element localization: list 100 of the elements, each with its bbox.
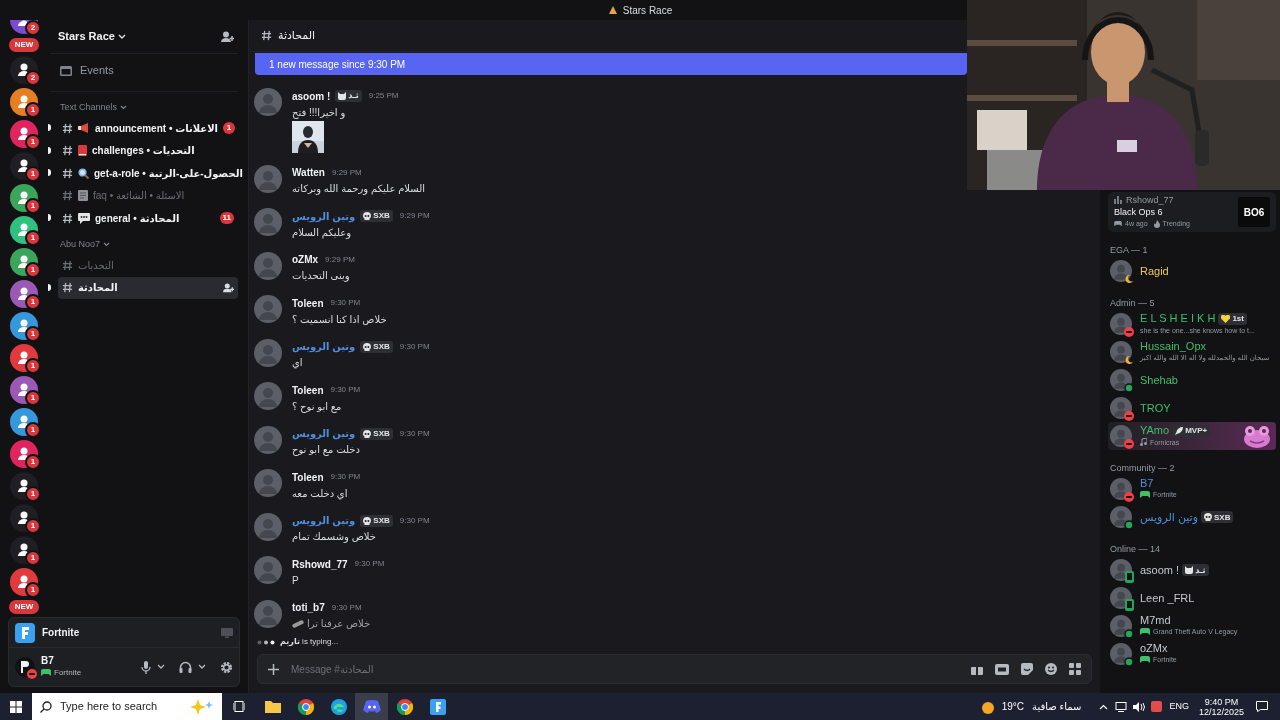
- timestamp: 9:30 PM: [330, 297, 361, 309]
- server-icon: [607, 5, 618, 15]
- gamepad-icon: [1140, 490, 1150, 499]
- tag-text: ثـد: [1195, 564, 1206, 576]
- new-pill[interactable]: NEW: [8, 600, 40, 614]
- member-name: TROY: [1140, 402, 1171, 414]
- channel-name: faq • الاسئلة • الشائعة: [93, 189, 186, 203]
- timestamp: 9:30 PM: [399, 340, 430, 353]
- notification-icon[interactable]: [1256, 701, 1268, 712]
- avatar[interactable]: [1110, 587, 1132, 609]
- channel-item[interactable]: التحديات: [58, 254, 238, 276]
- author-name[interactable]: Toleen: [292, 469, 324, 485]
- app-tray-icon[interactable]: [1151, 701, 1163, 712]
- chevron-icon: [103, 242, 111, 248]
- hashtag-icon: [62, 259, 73, 271]
- hashtag-icon: [62, 282, 73, 293]
- channel-item[interactable]: المحادثة: [58, 276, 238, 299]
- volume-icon[interactable]: [1133, 701, 1146, 712]
- new-messages-banner[interactable]: 1 new message since 9:30 PM: [255, 53, 967, 75]
- avatar[interactable]: [1110, 341, 1132, 363]
- channel-name: general • المحادثة: [95, 211, 181, 226]
- author-name[interactable]: Watten: [292, 165, 325, 180]
- author-name[interactable]: asoom !: [292, 88, 331, 104]
- member-name: Hussain_Opx: [1140, 341, 1207, 352]
- channel-item[interactable]: get-a-role • الحصول-على-الرتبة: [58, 162, 247, 184]
- events-link[interactable]: Events: [80, 61, 114, 79]
- avatar[interactable]: [1110, 369, 1132, 391]
- avatar[interactable]: [1110, 615, 1132, 637]
- search-input[interactable]: Type here to search: [60, 698, 180, 715]
- unread-badge: 1: [25, 262, 41, 278]
- author-name[interactable]: وتين الرويس: [292, 339, 356, 354]
- invite-icon[interactable]: [223, 282, 234, 293]
- heart-icon: [1221, 314, 1231, 323]
- clock[interactable]: 9:40 PM 12/12/2025: [1198, 696, 1244, 717]
- user-name: B7: [41, 655, 55, 667]
- network-icon[interactable]: [1115, 701, 1128, 712]
- microphone-icon[interactable]: [141, 660, 151, 674]
- avatar[interactable]: [1110, 559, 1132, 581]
- card-user: Rshowd_77: [1126, 194, 1174, 206]
- message-field[interactable]: Message #المحادثة: [257, 654, 1092, 684]
- author-name[interactable]: toti_b7: [292, 600, 325, 615]
- server-name[interactable]: Stars Race: [58, 28, 126, 45]
- flame-icon: [1153, 220, 1160, 228]
- author-name[interactable]: وتين الرويس: [292, 513, 356, 528]
- member-name: YAmo: [1140, 425, 1170, 436]
- member-row[interactable]: Leen _FRL: [1108, 584, 1276, 612]
- avatar[interactable]: [1110, 506, 1132, 528]
- language-indicator[interactable]: ENG: [1169, 699, 1189, 714]
- author-name[interactable]: Rshowd_77: [292, 556, 348, 572]
- timestamp: 9:30 PM: [331, 601, 362, 614]
- task-view-icon[interactable]: [233, 701, 245, 712]
- channel-item[interactable]: challenges • التحديات: [58, 139, 238, 162]
- message-text: خلاص وشسمك تمام: [292, 530, 376, 544]
- member-row[interactable]: TROY: [1108, 394, 1276, 422]
- windows-icon: [10, 700, 22, 713]
- group-header: EGA — 1: [1110, 244, 1148, 256]
- member-name: Shehab: [1140, 374, 1178, 386]
- channel-item[interactable]: faq • الاسئلة • الشائعة: [58, 184, 238, 207]
- avatar[interactable]: [1110, 643, 1132, 665]
- hashtag-icon: [62, 145, 73, 156]
- apps-icon[interactable]: [1069, 663, 1081, 675]
- message-text: اي: [292, 356, 303, 370]
- member-name: وتين الرويس: [1140, 511, 1198, 523]
- new-pill[interactable]: NEW: [8, 38, 40, 52]
- chevron-icon: [120, 105, 128, 111]
- unread-badge: 1: [25, 198, 41, 214]
- add-icon[interactable]: [268, 663, 279, 675]
- gamepad-icon: [41, 669, 51, 677]
- user-activity: Fortnite: [54, 667, 82, 679]
- chevron-up-icon[interactable]: [1099, 703, 1109, 710]
- author-name[interactable]: وتين الرويس: [292, 426, 356, 441]
- unread-badge: 1: [25, 550, 41, 566]
- message-text: دخلت مع ابو نوح: [292, 443, 360, 457]
- chevron-icon[interactable]: [157, 664, 165, 670]
- settings-icon[interactable]: [220, 660, 233, 674]
- timestamp: 9:30 PM: [399, 514, 430, 527]
- author-name[interactable]: Toleen: [292, 295, 324, 311]
- emoji-icon[interactable]: [1045, 663, 1057, 675]
- magnifier-icon: [78, 167, 89, 179]
- weather-icon[interactable]: [979, 699, 996, 714]
- tag-text: SXB: [1214, 511, 1231, 523]
- sticker-icon[interactable]: [1021, 663, 1033, 675]
- timestamp: 9:30 PM: [354, 558, 385, 570]
- category-header[interactable]: Abu Noo7: [60, 238, 101, 252]
- member-row[interactable]: Shehab: [1108, 366, 1276, 394]
- message-input[interactable]: Message #المحادثة: [291, 661, 959, 677]
- author-name[interactable]: Toleen: [292, 382, 324, 398]
- chevron-icon[interactable]: [198, 664, 206, 670]
- author-name[interactable]: oZMx: [292, 252, 319, 267]
- category-header[interactable]: Text Channels: [60, 101, 118, 115]
- avatar[interactable]: [1110, 260, 1132, 282]
- gif-icon[interactable]: [995, 663, 1009, 675]
- search-field[interactable]: Type here to search: [32, 693, 222, 720]
- headphones-icon[interactable]: [179, 661, 192, 673]
- rocket-icon: [1175, 426, 1184, 435]
- invite-icon[interactable]: [221, 30, 234, 43]
- unread-badge: 1: [25, 518, 41, 534]
- author-name[interactable]: وتين الرويس: [292, 208, 356, 224]
- unread-badge: 1: [25, 134, 41, 150]
- member-row[interactable]: Ragid: [1108, 257, 1276, 285]
